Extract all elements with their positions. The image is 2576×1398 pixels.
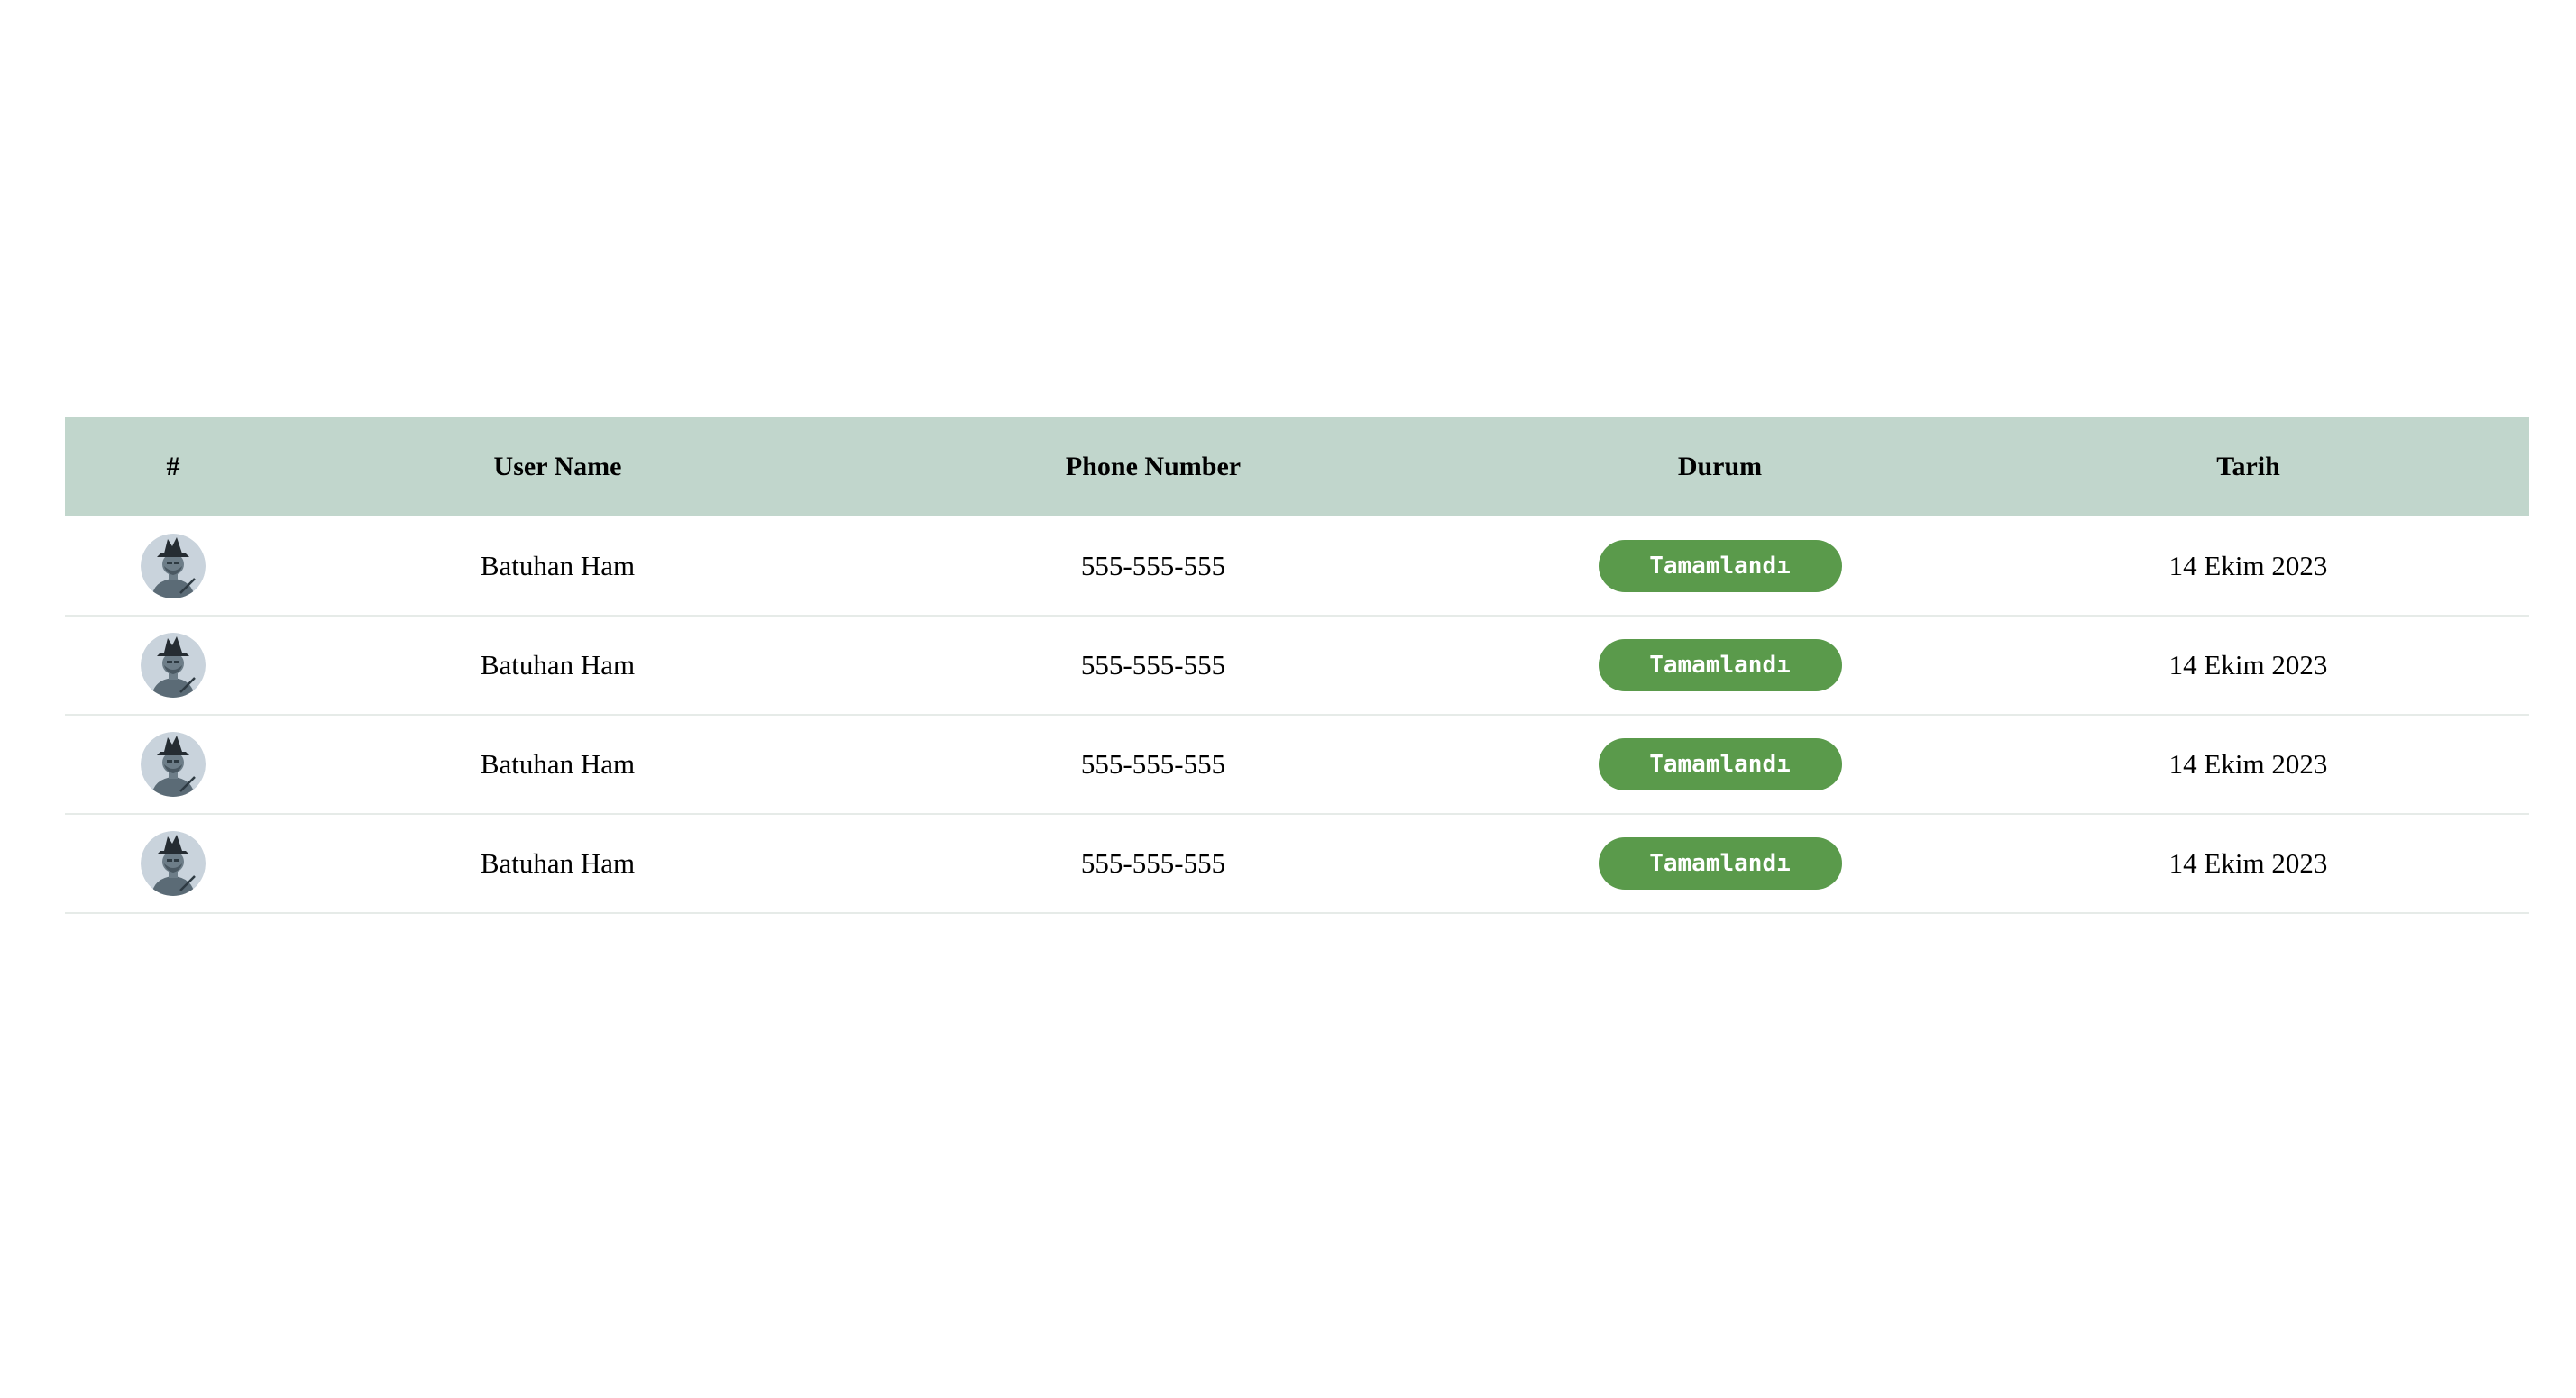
date-cell: 14 Ekim 2023	[2168, 748, 2328, 780]
date-cell: 14 Ekim 2023	[2168, 847, 2328, 879]
status-cell: Tamamlandı	[1472, 715, 1967, 814]
user-name-cell: Batuhan Ham	[480, 748, 636, 780]
status-badge: Tamamlandı	[1598, 639, 1842, 691]
avatar-cell	[65, 715, 281, 814]
avatar-cell	[65, 516, 281, 616]
date-cell: 14 Ekim 2023	[2168, 549, 2328, 581]
status-badge: Tamamlandı	[1598, 738, 1842, 790]
phone-number-cell: 555-555-555	[1080, 549, 1226, 581]
user-avatar-icon[interactable]	[141, 633, 206, 698]
date-cell: 14 Ekim 2023	[2168, 649, 2328, 681]
user-name-cell: Batuhan Ham	[480, 549, 636, 581]
column-header-user-name[interactable]: User Name	[281, 417, 834, 516]
table-header: # User Name Phone Number Durum Tarih	[65, 417, 2529, 516]
users-table-container: # User Name Phone Number Durum Tarih Bat…	[65, 417, 2529, 914]
phone-number-cell: 555-555-555	[1080, 649, 1226, 681]
table-row[interactable]: Batuhan Ham 555-555-555 Tamamlandı 14 Ek…	[65, 516, 2529, 616]
status-cell: Tamamlandı	[1472, 814, 1967, 913]
table-body: Batuhan Ham 555-555-555 Tamamlandı 14 Ek…	[65, 516, 2529, 913]
user-avatar-icon[interactable]	[141, 732, 206, 797]
column-header-index[interactable]: #	[65, 417, 281, 516]
table-row[interactable]: Batuhan Ham 555-555-555 Tamamlandı 14 Ek…	[65, 814, 2529, 913]
status-badge: Tamamlandı	[1598, 837, 1842, 890]
column-header-status[interactable]: Durum	[1472, 417, 1967, 516]
status-cell: Tamamlandı	[1472, 616, 1967, 715]
column-header-date[interactable]: Tarih	[1967, 417, 2529, 516]
table-row[interactable]: Batuhan Ham 555-555-555 Tamamlandı 14 Ek…	[65, 616, 2529, 715]
avatar-cell	[65, 616, 281, 715]
users-table: # User Name Phone Number Durum Tarih Bat…	[65, 417, 2529, 914]
phone-number-cell: 555-555-555	[1080, 847, 1226, 879]
phone-number-cell: 555-555-555	[1080, 748, 1226, 780]
avatar-cell	[65, 814, 281, 913]
status-cell: Tamamlandı	[1472, 516, 1967, 616]
status-badge: Tamamlandı	[1598, 539, 1842, 592]
user-name-cell: Batuhan Ham	[480, 649, 636, 681]
user-avatar-icon[interactable]	[141, 533, 206, 598]
user-avatar-icon[interactable]	[141, 831, 206, 896]
table-row[interactable]: Batuhan Ham 555-555-555 Tamamlandı 14 Ek…	[65, 715, 2529, 814]
table-header-row: # User Name Phone Number Durum Tarih	[65, 417, 2529, 516]
user-name-cell: Batuhan Ham	[480, 847, 636, 879]
column-header-phone-number[interactable]: Phone Number	[834, 417, 1472, 516]
